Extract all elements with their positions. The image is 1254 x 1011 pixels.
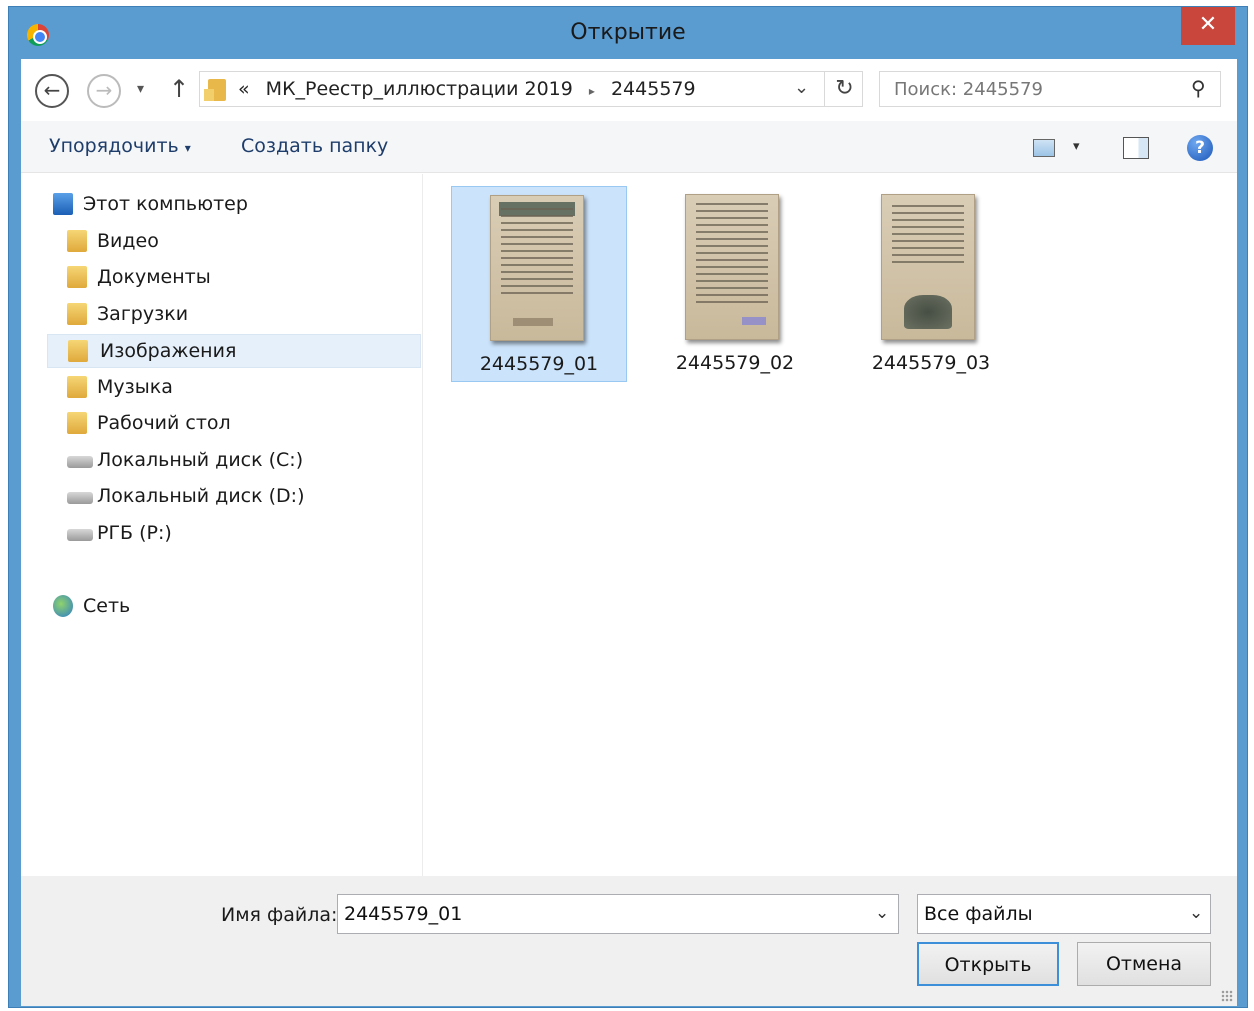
file-name: 2445579_01 [479, 353, 599, 375]
file-list: 2445579_01 2445579_02 2445579_03 [423, 174, 1237, 876]
network-drive-icon [67, 529, 93, 541]
video-folder-icon [67, 230, 87, 252]
nav-item-drive-d[interactable]: Локальный диск (D:) [67, 480, 413, 514]
dialog-body: ← → ▾ ↑ « МК_Реестр_иллюстрации 2019 ▸ 2… [21, 59, 1237, 1006]
nav-item-label: Рабочий стол [97, 412, 231, 434]
breadcrumb-overflow[interactable]: « [238, 78, 250, 100]
breadcrumb-item[interactable]: 2445579 [611, 78, 696, 100]
folder-icon [204, 79, 226, 101]
up-button[interactable]: ↑ [169, 75, 189, 103]
nav-item-label: Изображения [100, 340, 237, 362]
back-button[interactable]: ← [35, 74, 69, 108]
nav-item-label: Локальный диск (D:) [97, 485, 305, 507]
image-thumbnail [490, 195, 584, 341]
filename-input[interactable]: 2445579_01 [337, 894, 899, 934]
nav-item-label: Сеть [83, 595, 131, 617]
image-thumbnail [881, 194, 975, 340]
nav-item-video[interactable]: Видео [67, 225, 413, 259]
nav-item-pictures[interactable]: Изображения [47, 334, 421, 368]
file-type-select[interactable]: Все файлы [917, 894, 1211, 934]
filename-label: Имя файла: [221, 904, 338, 926]
forward-button[interactable]: → [87, 74, 121, 108]
open-button[interactable]: Открыть [917, 942, 1059, 986]
filename-dropdown-icon[interactable]: ⌄ [875, 903, 889, 923]
path-field[interactable]: « МК_Реестр_иллюстрации 2019 ▸ 2445579 ⌄… [199, 71, 863, 107]
recent-locations-chevron-icon[interactable]: ▾ [137, 81, 144, 97]
chevron-down-icon[interactable]: ⌄ [1189, 903, 1203, 923]
resize-grip-icon[interactable] [1221, 990, 1233, 1002]
nav-item-label: Видео [97, 230, 159, 252]
breadcrumb-item[interactable]: МК_Реестр_иллюстрации 2019 [266, 78, 573, 100]
search-input[interactable]: Поиск: 2445579 ⚲ [879, 71, 1221, 107]
documents-folder-icon [67, 266, 87, 288]
preview-pane-icon[interactable] [1123, 137, 1149, 159]
address-bar: ← → ▾ ↑ « МК_Реестр_иллюстрации 2019 ▸ 2… [21, 59, 1237, 121]
breadcrumb: « МК_Реестр_иллюстрации 2019 ▸ 2445579 [238, 78, 706, 100]
nav-item-label: Загрузки [97, 303, 189, 325]
nav-item-documents[interactable]: Документы [67, 261, 413, 295]
search-placeholder: Поиск: 2445579 [894, 79, 1043, 100]
file-name: 2445579_02 [675, 352, 795, 374]
dialog-title: Открытие [570, 20, 686, 45]
dialog-footer: Имя файла: 2445579_01 ⌄ Все файлы ⌄ Откр… [21, 876, 1237, 1006]
nav-item-label: РГБ (P:) [97, 522, 172, 544]
network-icon [53, 595, 73, 617]
nav-item-label: Документы [97, 266, 211, 288]
title-bar[interactable]: Открытие ✕ [9, 7, 1247, 59]
file-name: 2445579_03 [871, 352, 991, 374]
image-thumbnail [685, 194, 779, 340]
organize-menu[interactable]: Упорядочить ▾ [49, 135, 191, 157]
file-item-2445579-02[interactable]: 2445579_02 [647, 186, 823, 382]
desktop-folder-icon [67, 412, 87, 434]
organize-label: Упорядочить [49, 135, 179, 157]
breadcrumb-separator-icon[interactable]: ▸ [589, 84, 595, 98]
nav-item-label: Локальный диск (C:) [97, 449, 304, 471]
nav-item-drive-c[interactable]: Локальный диск (C:) [67, 444, 413, 478]
search-icon[interactable]: ⚲ [1191, 76, 1206, 100]
drive-icon [67, 456, 93, 468]
music-folder-icon [67, 376, 87, 398]
close-button[interactable]: ✕ [1181, 7, 1235, 45]
help-icon[interactable]: ? [1187, 135, 1213, 161]
nav-item-downloads[interactable]: Загрузки [67, 298, 413, 332]
command-toolbar: Упорядочить ▾ Создать папку ▾ ? [21, 121, 1237, 173]
nav-item-desktop[interactable]: Рабочий стол [67, 407, 413, 441]
nav-item-music[interactable]: Музыка [67, 371, 413, 405]
downloads-folder-icon [67, 303, 87, 325]
nav-item-label: Этот компьютер [83, 193, 248, 215]
computer-icon [53, 193, 73, 215]
open-file-dialog: Открытие ✕ ← → ▾ ↑ « МК_Реестр_иллюстрац… [8, 6, 1248, 1008]
pictures-folder-icon [68, 340, 88, 362]
cancel-button[interactable]: Отмена [1077, 942, 1211, 986]
nav-item-rgb-p[interactable]: РГБ (P:) [67, 517, 413, 551]
new-folder-button[interactable]: Создать папку [241, 135, 388, 157]
chevron-down-icon: ▾ [184, 141, 191, 155]
view-options-chevron-icon[interactable]: ▾ [1073, 139, 1080, 154]
navigation-pane: Этот компьютер Видео Документы Загрузки … [21, 174, 423, 876]
file-item-2445579-01[interactable]: 2445579_01 [451, 186, 627, 382]
path-dropdown-icon[interactable]: ⌄ [794, 77, 809, 98]
nav-item-network[interactable]: Сеть [53, 590, 413, 624]
file-item-2445579-03[interactable]: 2445579_03 [843, 186, 1019, 382]
drive-icon [67, 492, 93, 504]
change-view-icon[interactable] [1033, 139, 1055, 157]
refresh-button[interactable]: ↻ [824, 72, 864, 106]
nav-item-this-pc[interactable]: Этот компьютер [53, 188, 413, 222]
nav-item-label: Музыка [97, 376, 173, 398]
